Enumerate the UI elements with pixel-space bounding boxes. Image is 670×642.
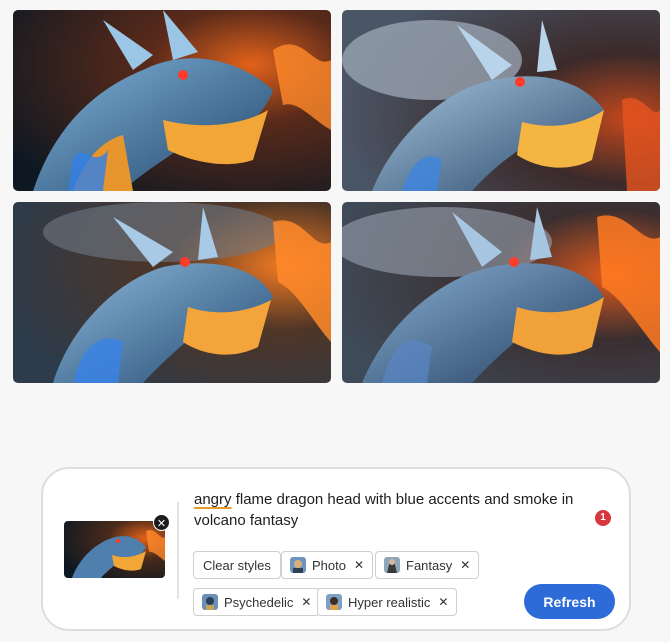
style-chip-photo[interactable]: Photo ✕ xyxy=(281,551,374,579)
remove-psychedelic-style-icon[interactable]: ✕ xyxy=(301,595,311,609)
image-grid xyxy=(13,10,660,383)
hyper-realistic-style-icon xyxy=(326,594,342,610)
generated-image-3[interactable] xyxy=(13,202,331,383)
clear-styles-label: Clear styles xyxy=(203,557,271,573)
style-chip-hyper-realistic[interactable]: Hyper realistic ✕ xyxy=(317,588,458,616)
prompt-panel: ✕ angry flame dragon head with blue acce… xyxy=(41,467,631,631)
style-chip-fantasy[interactable]: Fantasy ✕ xyxy=(375,551,480,579)
spellcheck-word: angry xyxy=(194,491,232,508)
fantasy-style-icon xyxy=(384,557,400,573)
reference-dragon-art xyxy=(64,521,165,578)
psychedelic-style-icon xyxy=(202,594,218,610)
remove-hyper-realistic-style-icon[interactable]: ✕ xyxy=(438,595,448,609)
style-chip-psychedelic[interactable]: Psychedelic ✕ xyxy=(193,588,321,616)
generation-page: ✕ angry flame dragon head with blue acce… xyxy=(0,0,670,642)
remove-fantasy-style-icon[interactable]: ✕ xyxy=(460,558,470,572)
dragon-image-1-art xyxy=(13,10,331,191)
remove-reference-button[interactable]: ✕ xyxy=(153,514,170,531)
notification-badge: 1 xyxy=(595,510,611,526)
generated-image-4[interactable] xyxy=(342,202,660,383)
style-chip-photo-label: Photo xyxy=(312,557,346,573)
panel-divider xyxy=(177,502,179,599)
generated-image-2[interactable] xyxy=(342,10,660,191)
reference-image-thumbnail[interactable] xyxy=(64,521,165,578)
clear-styles-button[interactable]: Clear styles xyxy=(193,551,281,579)
prompt-input[interactable]: angry flame dragon head with blue accent… xyxy=(194,489,594,531)
refresh-button[interactable]: Refresh xyxy=(524,584,615,619)
prompt-text: flame dragon head with blue accents and … xyxy=(194,491,574,529)
dragon-image-4-art xyxy=(342,202,660,383)
style-chip-fantasy-label: Fantasy xyxy=(406,557,453,573)
generated-image-1[interactable] xyxy=(13,10,331,191)
dragon-image-3-art xyxy=(13,202,331,383)
style-chip-psychedelic-label: Psychedelic xyxy=(224,594,294,610)
photo-style-icon xyxy=(290,557,306,573)
remove-photo-style-icon[interactable]: ✕ xyxy=(354,558,364,572)
dragon-image-2-art xyxy=(342,10,660,191)
style-chip-hyper-realistic-label: Hyper realistic xyxy=(348,594,431,610)
